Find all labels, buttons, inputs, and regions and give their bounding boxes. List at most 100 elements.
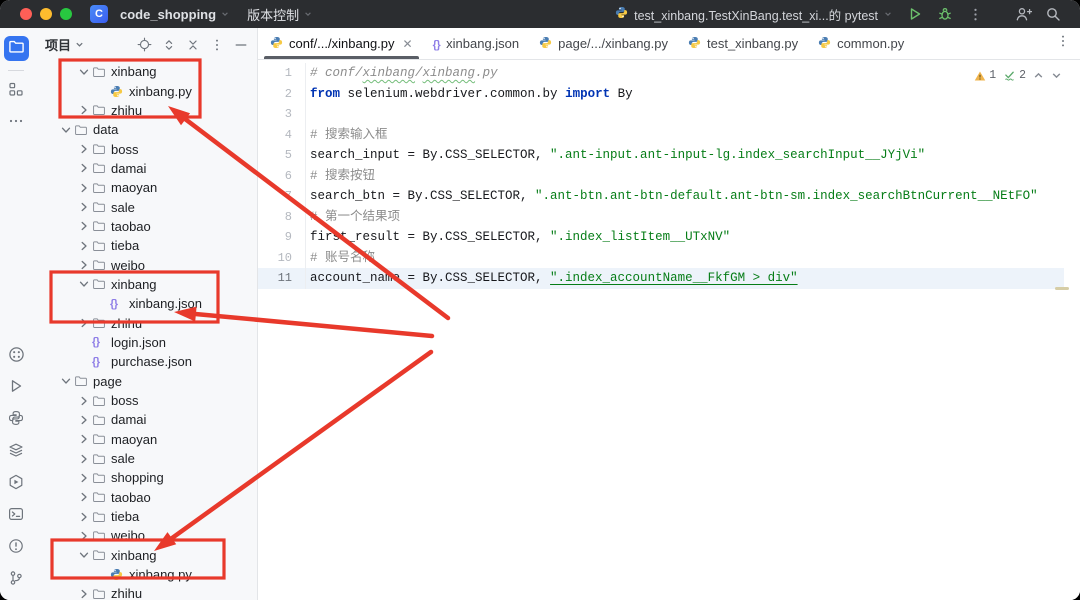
- tree-item-sale[interactable]: sale: [32, 197, 257, 216]
- tree-item-damai[interactable]: damai: [32, 159, 257, 178]
- typos-indicator[interactable]: 2: [1003, 69, 1026, 82]
- tree-item-weibo[interactable]: weibo: [32, 526, 257, 545]
- tree-chevron-icon[interactable]: [76, 470, 92, 486]
- tree-item-boss[interactable]: boss: [32, 391, 257, 410]
- line-number[interactable]: 7: [258, 186, 306, 207]
- tree-chevron-icon[interactable]: [76, 257, 92, 273]
- editor-tab-conf-xinbang-py[interactable]: conf/.../xinbang.py ✕: [260, 28, 423, 59]
- previous-problem-button[interactable]: [1033, 70, 1044, 81]
- tool-window-button-structure[interactable]: [4, 79, 29, 104]
- tree-chevron-icon[interactable]: [76, 547, 92, 563]
- run-button[interactable]: [902, 2, 928, 26]
- tree-item-login-json[interactable]: {} login.json: [32, 333, 257, 352]
- tree-item-shopping[interactable]: shopping: [32, 468, 257, 487]
- tree-item-tieba[interactable]: tieba: [32, 236, 257, 255]
- tree-chevron-icon[interactable]: [76, 180, 92, 196]
- tree-item-taobao[interactable]: taobao: [32, 217, 257, 236]
- editor-tab-xinbang-json[interactable]: {} xinbang.json: [423, 28, 530, 59]
- tree-item-boss[interactable]: boss: [32, 139, 257, 158]
- project-widget[interactable]: C code_shopping: [90, 2, 238, 26]
- project-panel-title[interactable]: 项目: [45, 35, 84, 54]
- tree-chevron-icon[interactable]: [76, 160, 92, 176]
- tree-chevron-icon[interactable]: [76, 509, 92, 525]
- more-actions-button[interactable]: [962, 2, 988, 26]
- tree-chevron-icon[interactable]: [76, 586, 92, 600]
- editor-tab-common-py[interactable]: common.py: [808, 28, 914, 59]
- options-icon[interactable]: [208, 36, 225, 53]
- tree-item-weibo[interactable]: weibo: [32, 255, 257, 274]
- line-number[interactable]: 2: [258, 83, 306, 104]
- tree-chevron-icon[interactable]: [76, 276, 92, 292]
- tree-chevron-icon[interactable]: [76, 218, 92, 234]
- tree-item-purchase-json[interactable]: {} purchase.json: [32, 352, 257, 371]
- tree-chevron-icon[interactable]: [76, 141, 92, 157]
- tree-chevron-icon[interactable]: [76, 451, 92, 467]
- tree-item-tieba[interactable]: tieba: [32, 507, 257, 526]
- tree-chevron-icon[interactable]: [58, 373, 74, 389]
- code-with-me-button[interactable]: [1010, 2, 1036, 26]
- tree-chevron-icon[interactable]: [76, 199, 92, 215]
- tree-chevron-icon[interactable]: [76, 393, 92, 409]
- line-number[interactable]: 6: [258, 165, 306, 186]
- tool-window-button-terminal[interactable]: [4, 504, 29, 529]
- close-window-button[interactable]: [20, 8, 32, 20]
- tab-list-menu-icon[interactable]: [1056, 34, 1070, 53]
- tree-item-zhihu[interactable]: zhihu: [32, 313, 257, 332]
- tree-item-zhihu[interactable]: zhihu: [32, 584, 257, 600]
- tree-chevron-icon[interactable]: [76, 431, 92, 447]
- line-number[interactable]: 3: [258, 104, 306, 125]
- run-configuration-selector[interactable]: test_xinbang.TestXinBang.test_xi...的 pyt…: [609, 5, 898, 24]
- tool-window-button-run[interactable]: [4, 376, 29, 401]
- editor-tab-page-xinbang-py[interactable]: page/.../xinbang.py: [529, 28, 678, 59]
- tree-chevron-icon[interactable]: [76, 315, 92, 331]
- tool-window-button-services[interactable]: [4, 472, 29, 497]
- tool-window-button-version-control[interactable]: [4, 568, 29, 593]
- tree-item-damai[interactable]: damai: [32, 410, 257, 429]
- tree-item-xinbang-json[interactable]: {} xinbang.json: [32, 294, 257, 313]
- tree-item-taobao[interactable]: taobao: [32, 488, 257, 507]
- vcs-widget[interactable]: 版本控制: [238, 2, 321, 26]
- inspections-widget[interactable]: 1 2: [969, 67, 1067, 84]
- tree-item-zhihu[interactable]: zhihu: [32, 101, 257, 120]
- tool-window-button-python-packages[interactable]: [4, 440, 29, 465]
- tool-window-button-project[interactable]: [3, 36, 29, 61]
- tool-window-button-more[interactable]: [4, 111, 29, 136]
- hide-icon[interactable]: [232, 36, 249, 53]
- expand-collapse-icon[interactable]: [160, 36, 177, 53]
- tab-close-icon[interactable]: ✕: [403, 38, 413, 50]
- editor[interactable]: 1 # conf/xinbang/xinbang.py 2 from selenium…: [258, 60, 1080, 600]
- collapse-all-icon[interactable]: [184, 36, 201, 53]
- line-number[interactable]: 4: [258, 124, 306, 145]
- tree-item-xinbang[interactable]: xinbang: [32, 275, 257, 294]
- tree-chevron-icon[interactable]: [76, 528, 92, 544]
- line-number[interactable]: 10: [258, 247, 306, 268]
- tree-item-xinbang-py[interactable]: xinbang.py: [32, 565, 257, 584]
- tree-chevron-icon[interactable]: [58, 122, 74, 138]
- debug-button[interactable]: [932, 2, 958, 26]
- minimize-window-button[interactable]: [40, 8, 52, 20]
- tree-chevron-icon[interactable]: [76, 489, 92, 505]
- tree-item-data[interactable]: data: [32, 120, 257, 139]
- zoom-window-button[interactable]: [60, 8, 72, 20]
- tool-window-button-widgets[interactable]: [4, 344, 29, 369]
- locate-icon[interactable]: [136, 36, 153, 53]
- tree-chevron-icon[interactable]: [76, 412, 92, 428]
- tree-chevron-icon[interactable]: [76, 102, 92, 118]
- tool-window-button-problems[interactable]: [4, 536, 29, 561]
- tree-item-maoyan[interactable]: maoyan: [32, 430, 257, 449]
- tree-item-sale[interactable]: sale: [32, 449, 257, 468]
- tree-item-maoyan[interactable]: maoyan: [32, 178, 257, 197]
- line-number[interactable]: 8: [258, 206, 306, 227]
- line-number[interactable]: 1: [258, 63, 306, 84]
- line-number[interactable]: 9: [258, 227, 306, 248]
- tool-window-button-python-console[interactable]: [4, 408, 29, 433]
- tree-item-xinbang[interactable]: xinbang: [32, 546, 257, 565]
- tree-item-xinbang[interactable]: xinbang: [32, 62, 257, 81]
- tree-chevron-icon[interactable]: [76, 238, 92, 254]
- editor-tab-test-xinbang-py[interactable]: test_xinbang.py: [678, 28, 808, 59]
- line-number[interactable]: 5: [258, 145, 306, 166]
- tree-chevron-icon[interactable]: [76, 64, 92, 80]
- tree-item-xinbang-py[interactable]: xinbang.py: [32, 81, 257, 100]
- warnings-indicator[interactable]: 1: [974, 69, 996, 82]
- tree-item-page[interactable]: page: [32, 372, 257, 391]
